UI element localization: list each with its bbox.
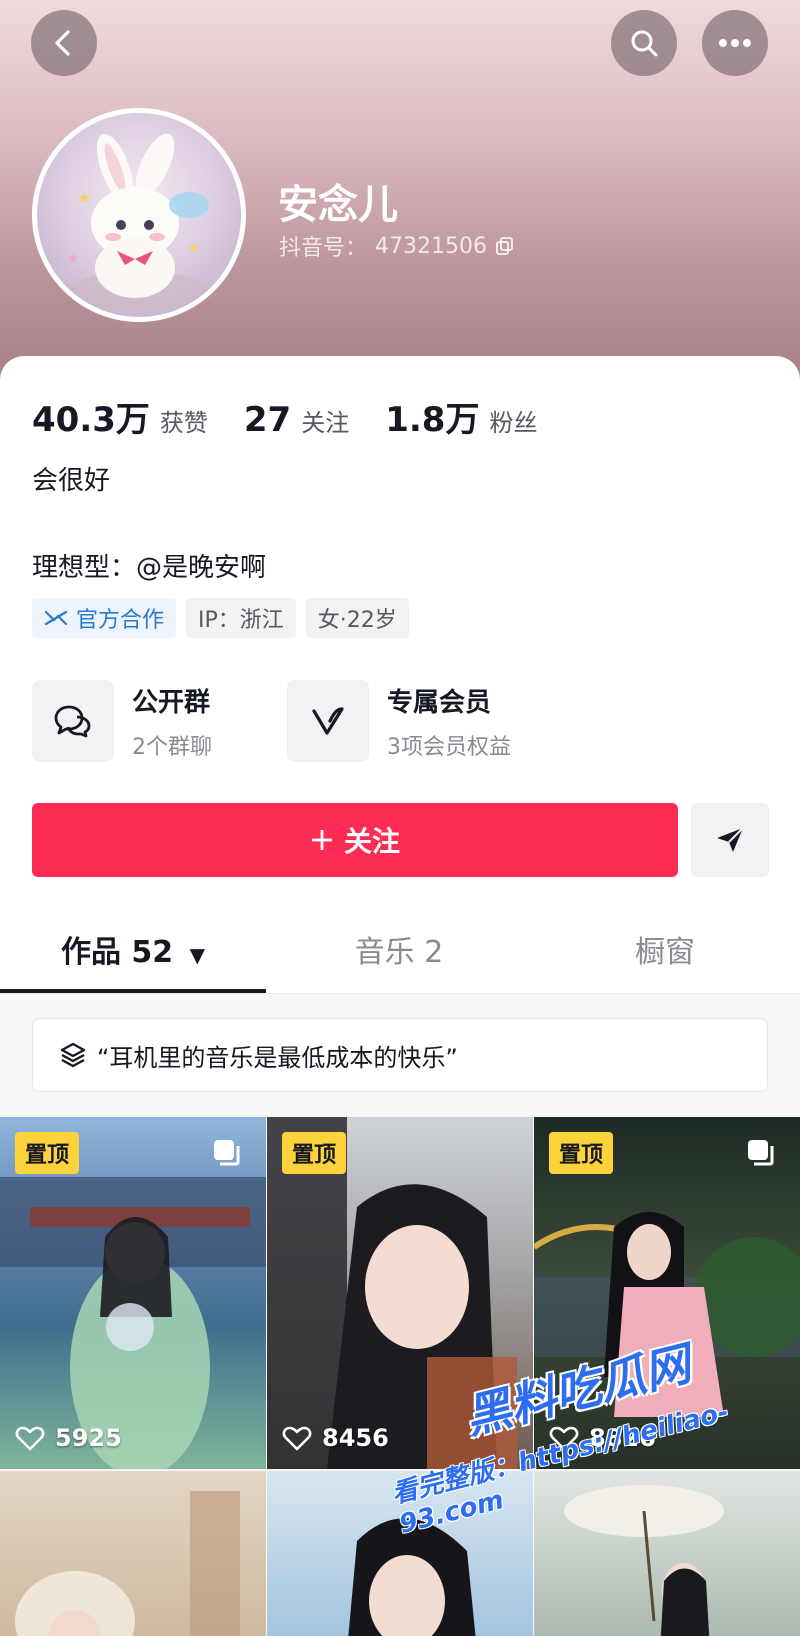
chat-bubbles-icon [32, 680, 114, 762]
follow-button-label: 关注 [343, 825, 400, 858]
content-tabs: 作品 52 ▼ 音乐 2 橱窗 [0, 918, 800, 994]
following-label: 关注 [301, 409, 350, 437]
bio-text: 会很好 [32, 466, 111, 496]
ip-tag-label: IP：浙江 [198, 608, 284, 633]
copy-icon[interactable] [495, 236, 515, 256]
public-group-subtitle: 2个群聊 [132, 734, 212, 760]
tab-showcase[interactable]: 橱窗 [532, 918, 798, 988]
back-button[interactable] [31, 10, 97, 76]
paper-plane-icon [717, 827, 744, 852]
gender-age-tag: 女·22岁 [305, 598, 409, 638]
video-likes-1: 5925 [15, 1424, 122, 1452]
official-tag-label: 官方合作 [76, 608, 165, 633]
search-button[interactable] [611, 10, 677, 76]
collection-banner[interactable]: “耳机里的音乐是最低成本的快乐” [32, 1018, 768, 1092]
layers-icon [60, 1042, 86, 1068]
avatar[interactable]: ★ ★ ★ [32, 108, 246, 322]
public-group-title: 公开群 [132, 687, 211, 718]
pinned-badge-1: 置顶 [15, 1132, 80, 1174]
chevron-left-icon [55, 30, 70, 56]
plus-icon [311, 830, 332, 850]
tab-works-label: 作品 52 [60, 935, 174, 970]
svg-text:★: ★ [187, 241, 200, 257]
followers-count[interactable]: 1.8万 [385, 392, 479, 441]
douyin-id-label: 抖音号： [279, 236, 368, 261]
profile-tags: 官方合作 IP：浙江 女·22岁 [32, 598, 409, 638]
handshake-icon [44, 610, 68, 626]
send-message-button[interactable] [691, 803, 769, 877]
video-likes-count-1: 5925 [55, 1424, 122, 1452]
heart-icon [282, 1426, 312, 1451]
search-icon [631, 30, 658, 57]
official-cooperation-tag[interactable]: 官方合作 [32, 598, 177, 638]
more-button[interactable] [702, 10, 768, 76]
follow-button[interactable]: 关注 [32, 803, 678, 877]
heart-icon [15, 1426, 45, 1451]
tab-music[interactable]: 音乐 2 [266, 918, 532, 988]
douyin-id[interactable]: 抖音号： 47321506 [279, 230, 515, 262]
caret-down-icon[interactable]: ▼ [190, 943, 205, 967]
likes-count[interactable]: 40.3万 [32, 392, 150, 441]
exclusive-member-title: 专属会员 [387, 687, 492, 718]
stats-row: 40.3万 获赞 27 关注 1.8万 粉丝 [32, 392, 573, 441]
ip-location-tag: IP：浙江 [186, 598, 296, 638]
tab-music-label: 音乐 2 [354, 935, 444, 970]
collection-title: “耳机里的音乐是最低成本的快乐” [97, 1043, 458, 1072]
bunny-avatar-illustration: ★ ★ ★ [67, 133, 209, 311]
exclusive-member-entry[interactable]: 专属会员 3项会员权益 [287, 680, 511, 762]
svg-text:★: ★ [77, 188, 91, 207]
pinned-badge-3: 置顶 [549, 1132, 614, 1174]
following-count[interactable]: 27 [244, 400, 291, 440]
v-member-icon [287, 680, 369, 762]
public-group-entry[interactable]: 公开群 2个群聊 [32, 680, 212, 762]
gender-age-label: 女·22岁 [317, 608, 397, 633]
exclusive-member-subtitle: 3项会员权益 [387, 734, 511, 760]
thumbnail-image [15, 1491, 240, 1636]
tab-showcase-label: 橱窗 [635, 935, 695, 970]
video-likes-2: 8456 [282, 1424, 389, 1452]
svg-text:★: ★ [67, 251, 80, 267]
tab-works[interactable]: 作品 52 ▼ [0, 918, 266, 990]
douyin-id-value: 47321506 [375, 233, 487, 259]
multi-image-icon [214, 1140, 240, 1166]
followers-label: 粉丝 [489, 409, 538, 437]
multi-image-icon [748, 1140, 774, 1166]
likes-label: 获赞 [159, 409, 208, 437]
more-dots-icon [719, 39, 751, 47]
video-thumbnail-4[interactable] [0, 1471, 266, 1636]
pinned-badge-2: 置顶 [282, 1132, 347, 1174]
nickname: 安念儿 [278, 182, 398, 228]
ideal-type-text[interactable]: 理想型：@是晚安啊 [32, 547, 266, 584]
